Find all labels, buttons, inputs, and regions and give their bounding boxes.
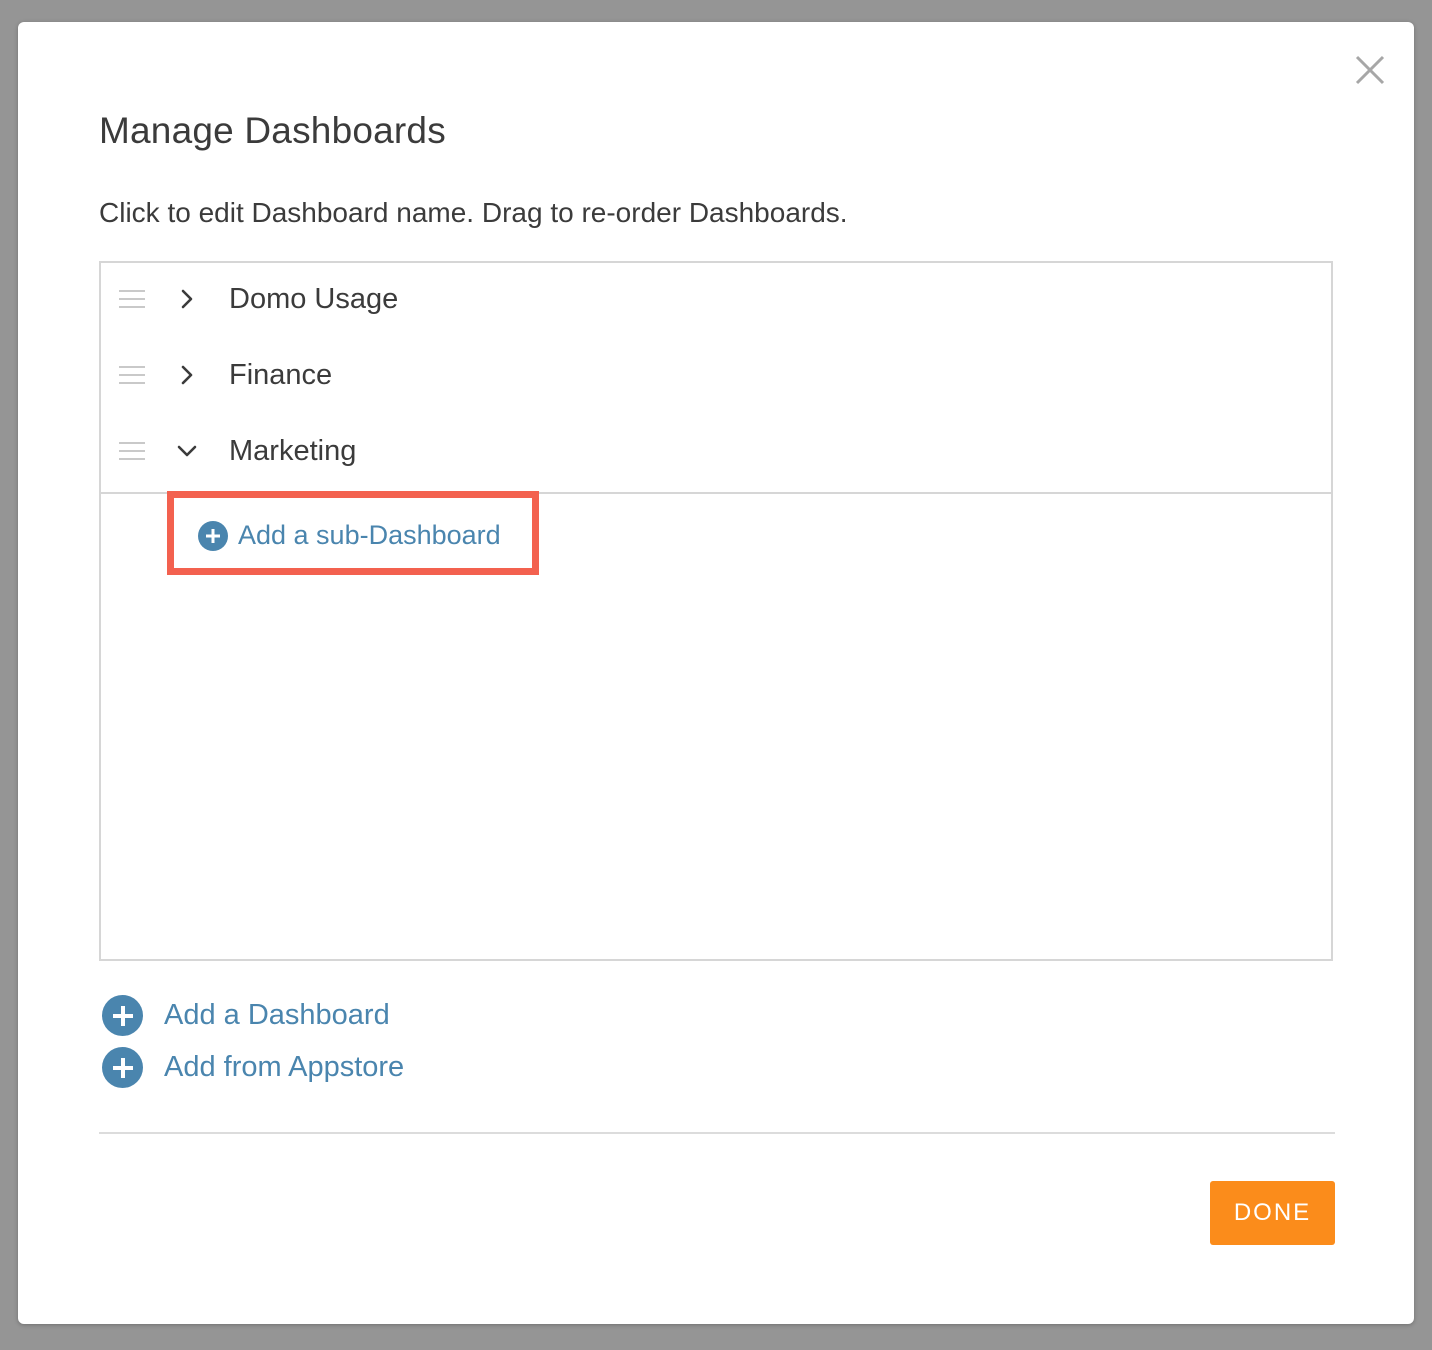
footer-divider bbox=[99, 1132, 1335, 1134]
add-sub-dashboard-label: Add a sub-Dashboard bbox=[238, 520, 501, 550]
dashboard-row-finance[interactable]: Finance bbox=[101, 339, 1331, 415]
add-sub-dashboard-button[interactable]: Add a sub-Dashboard bbox=[198, 520, 501, 551]
dashboard-name[interactable]: Domo Usage bbox=[229, 283, 398, 316]
drag-handle-icon[interactable] bbox=[119, 366, 145, 386]
dashboard-name[interactable]: Marketing bbox=[229, 435, 356, 468]
drag-handle-icon[interactable] bbox=[119, 290, 145, 310]
plus-circle-icon bbox=[198, 520, 228, 551]
chevron-right-icon[interactable] bbox=[175, 287, 199, 311]
manage-dashboards-dialog: Manage Dashboards Click to edit Dashboar… bbox=[18, 22, 1414, 1324]
drag-handle-icon[interactable] bbox=[119, 442, 145, 462]
add-from-appstore-button[interactable]: Add from Appstore bbox=[102, 1047, 404, 1088]
dialog-title: Manage Dashboards bbox=[99, 110, 446, 151]
done-button[interactable]: DONE bbox=[1210, 1181, 1335, 1245]
dashboard-row-domo-usage[interactable]: Domo Usage bbox=[101, 263, 1331, 339]
add-sub-dashboard-highlight: Add a sub-Dashboard bbox=[167, 491, 539, 575]
plus-circle-icon bbox=[102, 1047, 143, 1088]
dialog-instructions: Click to edit Dashboard name. Drag to re… bbox=[99, 197, 848, 228]
dashboard-list: Domo Usage Finance Marketing Add a sub-D… bbox=[99, 261, 1333, 961]
close-button[interactable] bbox=[1352, 52, 1388, 88]
dashboard-name[interactable]: Finance bbox=[229, 359, 332, 392]
chevron-right-icon[interactable] bbox=[175, 363, 199, 387]
add-from-appstore-label: Add from Appstore bbox=[164, 1051, 405, 1083]
dashboard-row-marketing[interactable]: Marketing bbox=[101, 415, 1331, 491]
add-dashboard-label: Add a Dashboard bbox=[164, 999, 390, 1031]
close-icon bbox=[1355, 55, 1385, 85]
chevron-down-icon[interactable] bbox=[175, 439, 199, 463]
add-dashboard-button[interactable]: Add a Dashboard bbox=[102, 995, 390, 1036]
plus-circle-icon bbox=[102, 995, 143, 1036]
